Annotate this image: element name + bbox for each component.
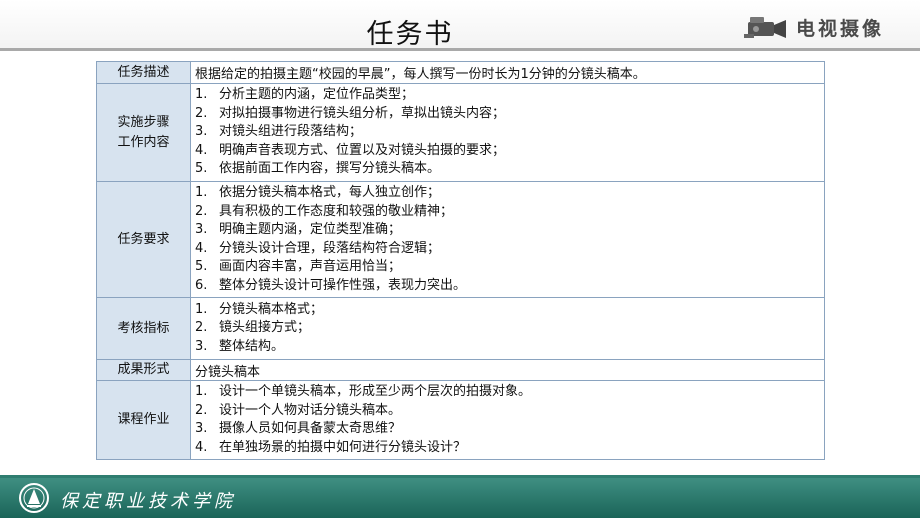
item-list: 1. 设计一个单镜头稿本，形成至少两个层次的拍摄对象。 2. 设计一个人物对话分镜头… <box>191 383 824 457</box>
item-text: 整体结构。 <box>219 338 285 354</box>
brand: 电视摄像 <box>742 10 917 44</box>
item-text: 明确主题内涵，定位类型准确； <box>219 222 402 237</box>
item-text: 分镜头稿本格式； <box>219 301 324 317</box>
list-item: 2. 对拟拍摄事物进行镜头组分析，草拟出镜头内容； <box>195 105 824 124</box>
item-number: 2. <box>195 320 208 336</box>
item-text: 分析主题的内涵，定位作品类型； <box>219 87 415 103</box>
table-row: 成果形式 分镜头稿本 <box>96 359 825 381</box>
item-number: 2. <box>195 105 208 121</box>
list-item: 1. 依据分镜头稿本格式，每人独立创作； <box>195 184 824 203</box>
item-number: 4. <box>195 142 208 158</box>
row-label: 成果形式 <box>96 359 191 381</box>
item-number: 3. <box>195 124 208 140</box>
item-text: 在单独场景的拍摄中如何进行分镜头设计？ <box>219 439 467 455</box>
item-number: 2. <box>195 203 208 219</box>
item-number: 5. <box>195 259 208 274</box>
row-label: 考核指标 <box>96 297 191 360</box>
item-list: 1. 分镜头稿本格式； 2. 镜头组接方式； 3. 整体结构。 <box>191 301 824 357</box>
item-list: 1. 分析主题的内涵，定位作品类型； 2. 对拟拍摄事物进行镜头组分析，草拟出镜头内… <box>191 86 824 179</box>
task-table: 任务描述 根据给定的拍摄主题“校园的早晨”，每人撰写一份时长为1分钟的分镜头稿本… <box>96 61 825 460</box>
row-label: 任务描述 <box>96 61 191 84</box>
row-content: 1. 分析主题的内涵，定位作品类型； 2. 对拟拍摄事物进行镜头组分析，草拟出镜头内… <box>190 83 825 182</box>
school-name: 保定职业技术学院 <box>60 491 236 512</box>
item-text: 对拟拍摄事物进行镜头组分析，草拟出镜头内容； <box>219 105 506 121</box>
list-item: 2. 设计一个人物对话分镜头稿本。 <box>195 402 824 421</box>
table-row: 课程作业 1. 设计一个单镜头稿本，形成至少两个层次的拍摄对象。 2. 设计一个人物… <box>96 380 825 460</box>
row-content: 分镜头稿本 <box>190 359 825 381</box>
row-content: 1. 依据分镜头稿本格式，每人独立创作； 2. 具有积极的工作态度和较强的敬业精神；… <box>190 181 825 298</box>
item-text: 整体分镜头设计可操作性强，表现力突出。 <box>219 277 467 293</box>
item-number: 1. <box>195 87 208 103</box>
item-text: 分镜头设计合理，段落结构符合逻辑； <box>219 240 441 256</box>
item-text: 设计一个人物对话分镜头稿本。 <box>219 402 402 418</box>
row-content: 根据给定的拍摄主题“校园的早晨”，每人撰写一份时长为1分钟的分镜头稿本。 <box>190 61 825 84</box>
list-item: 3. 摄像人员如何具备蒙太奇思维？ <box>195 420 824 439</box>
list-item: 2. 镜头组接方式； <box>195 319 824 338</box>
row-label: 课程作业 <box>96 380 191 460</box>
item-text: 画面内容丰富，声音运用恰当； <box>219 259 402 274</box>
page-title: 任务书 <box>366 19 454 50</box>
list-item: 1. 设计一个单镜头稿本，形成至少两个层次的拍摄对象。 <box>195 383 824 402</box>
row-label: 实施步骤 工作内容 <box>96 83 191 182</box>
list-item: 6. 整体分镜头设计可操作性强，表现力突出。 <box>195 277 824 296</box>
brand-text: 电视摄像 <box>796 17 885 40</box>
item-number: 3. <box>195 222 208 237</box>
item-text: 摄像人员如何具备蒙太奇思维？ <box>219 421 402 436</box>
table-row: 任务描述 根据给定的拍摄主题“校园的早晨”，每人撰写一份时长为1分钟的分镜头稿本… <box>96 61 825 84</box>
item-number: 4. <box>195 439 208 455</box>
list-item: 1. 分析主题的内涵，定位作品类型； <box>195 86 824 105</box>
item-text: 明确声音表现方式、位置以及对镜头拍摄的要求； <box>219 142 506 158</box>
item-text: 设计一个单镜头稿本，形成至少两个层次的拍摄对象。 <box>219 384 532 399</box>
item-text: 依据分镜头稿本格式，每人独立创作； <box>219 185 441 200</box>
item-text: 对镜头组进行段落结构； <box>219 124 363 140</box>
item-number: 4. <box>195 240 208 256</box>
item-number: 6. <box>195 277 208 293</box>
table-row: 考核指标 1. 分镜头稿本格式； 2. 镜头组接方式； 3. 整体结构。 <box>96 297 825 360</box>
list-item: 1. 分镜头稿本格式； <box>195 301 824 320</box>
item-text: 具有积极的工作态度和较强的敬业精神； <box>219 203 454 219</box>
item-text: 依据前面工作内容，撰写分镜头稿本。 <box>219 161 441 177</box>
title-divider <box>0 48 920 51</box>
list-item: 2. 具有积极的工作态度和较强的敬业精神； <box>195 203 824 222</box>
item-number: 1. <box>195 185 208 200</box>
camera-icon <box>744 17 786 38</box>
row-content: 1. 分镜头稿本格式； 2. 镜头组接方式； 3. 整体结构。 <box>190 297 825 360</box>
table-row: 任务要求 1. 依据分镜头稿本格式，每人独立创作； 2. 具有积极的工作态度和较强的… <box>96 181 825 298</box>
row-label: 任务要求 <box>96 181 191 298</box>
list-item: 4. 明确声音表现方式、位置以及对镜头拍摄的要求； <box>195 142 824 161</box>
item-number: 1. <box>195 301 208 317</box>
item-list: 1. 依据分镜头稿本格式，每人独立创作； 2. 具有积极的工作态度和较强的敬业精神；… <box>191 184 824 295</box>
table-row: 实施步骤 工作内容 1. 分析主题的内涵，定位作品类型； 2. 对拟拍摄事物进行镜头组… <box>96 83 825 182</box>
item-number: 3. <box>195 421 208 436</box>
list-item: 5. 依据前面工作内容，撰写分镜头稿本。 <box>195 160 824 179</box>
row-content: 1. 设计一个单镜头稿本，形成至少两个层次的拍摄对象。 2. 设计一个人物对话分镜头… <box>190 380 825 460</box>
list-item: 4. 分镜头设计合理，段落结构符合逻辑； <box>195 240 824 259</box>
list-item: 3. 对镜头组进行段落结构； <box>195 123 824 142</box>
item-number: 3. <box>195 338 208 354</box>
item-number: 2. <box>195 402 208 418</box>
list-item: 3. 整体结构。 <box>195 338 824 357</box>
school-logo-icon <box>19 483 49 513</box>
item-text: 镜头组接方式； <box>219 320 311 336</box>
item-number: 1. <box>195 384 208 399</box>
list-item: 5. 画面内容丰富，声音运用恰当； <box>195 258 824 277</box>
list-item: 3. 明确主题内涵，定位类型准确； <box>195 221 824 240</box>
list-item: 4. 在单独场景的拍摄中如何进行分镜头设计？ <box>195 439 824 458</box>
item-number: 5. <box>195 161 208 177</box>
